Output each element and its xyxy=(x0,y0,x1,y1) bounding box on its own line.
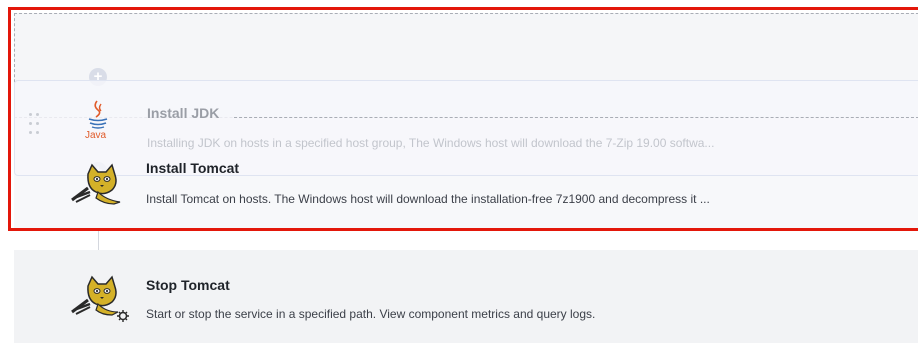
drag-handle-icon[interactable] xyxy=(29,113,41,137)
step-description: Installing JDK on hosts in a specified h… xyxy=(147,136,715,150)
tomcat-icon xyxy=(68,162,124,206)
step-title: Install JDK xyxy=(147,105,220,121)
java-caption: Java xyxy=(85,130,107,141)
step-description: Install Tomcat on hosts. The Windows hos… xyxy=(146,192,710,206)
tomcat-gear-icon xyxy=(68,274,130,322)
java-icon: Java xyxy=(83,99,113,143)
step-title: Install Tomcat xyxy=(146,160,240,176)
step-description: Start or stop the service in a specified… xyxy=(146,307,596,321)
drop-outline-line xyxy=(234,117,918,118)
step-card-stop-tomcat[interactable]: Stop Tomcat Start or stop the service in… xyxy=(14,250,918,343)
step-title: Stop Tomcat xyxy=(146,277,230,293)
timeline-connector xyxy=(98,228,99,250)
